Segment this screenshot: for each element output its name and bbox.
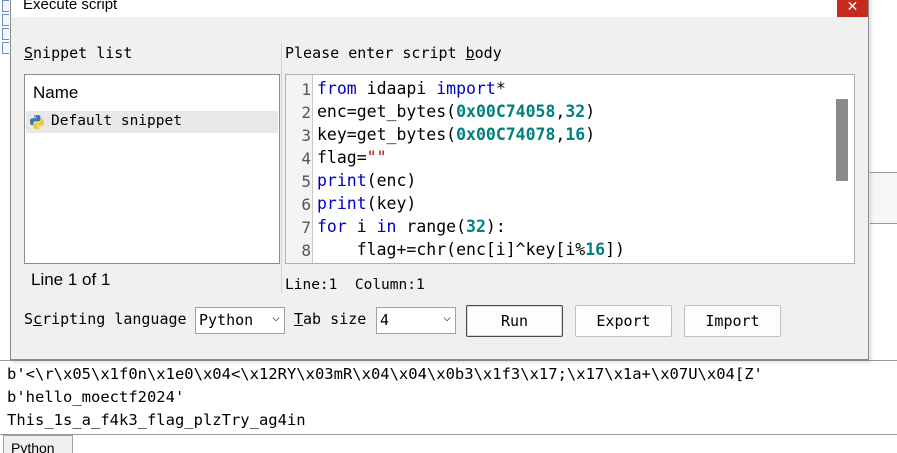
code-line: enc=get_bytes(0x00C74058,32) [317, 102, 596, 121]
run-button[interactable]: Run [466, 305, 563, 337]
line-number: 2 [301, 103, 311, 122]
left-margin-markers [0, 0, 10, 60]
scripting-language-label: Scripting language [24, 310, 187, 328]
chevron-down-icon: ⌵ [272, 310, 280, 325]
tab-size-value: 4 [380, 311, 390, 329]
snippet-list-header[interactable]: Name [33, 83, 78, 103]
script-body-label: Please enter script body [285, 44, 502, 62]
dialog-titlebar[interactable]: Execute script ✕ [11, 0, 868, 17]
background-panel-strip [870, 172, 897, 224]
snippet-item[interactable]: Default snippet [26, 111, 278, 133]
line-number: 8 [301, 241, 311, 260]
cursor-position-status: Line:1 Column:1 [285, 277, 425, 293]
tab-size-select[interactable]: 4 ⌵ [376, 307, 456, 334]
chevron-down-icon: ⌵ [443, 310, 451, 325]
tab-python[interactable]: Python [3, 435, 73, 453]
code-line: print(key) [317, 194, 417, 213]
scripting-language-value: Python [199, 311, 254, 329]
line-number-gutter: 1 2 3 4 5 6 7 8 [286, 75, 313, 263]
line-number: 7 [301, 218, 311, 237]
line-number: 5 [301, 172, 311, 191]
output-line: b'hello_moectf2024' [7, 388, 185, 406]
editor-scrollbar-thumb[interactable] [836, 99, 848, 181]
scripting-language-select[interactable]: Python ⌵ [195, 307, 285, 334]
line-number: 1 [301, 80, 311, 99]
dialog-title: Execute script [23, 0, 118, 13]
close-icon: ✕ [846, 0, 859, 15]
snippet-line-count: Line 1 of 1 [31, 270, 111, 289]
code-line: key=get_bytes(0x00C74078,16) [317, 125, 596, 144]
snippet-item-label: Default snippet [51, 113, 182, 129]
close-button[interactable]: ✕ [837, 0, 868, 17]
line-number: 3 [301, 126, 311, 145]
snippet-list-label: Snippet list [24, 44, 133, 62]
snippet-list[interactable]: Name Default snippet [24, 74, 280, 264]
execute-script-dialog: Execute script ✕ Snippet list Name Defau… [10, 0, 869, 360]
code-line: flag="" [317, 148, 387, 167]
output-line: This_1s_a_f4k3_flag_plzTry_ag4in [7, 411, 306, 429]
import-button[interactable]: Import [684, 305, 781, 337]
tab-size-label: Tab size [294, 310, 367, 328]
output-bottom-separator [0, 434, 897, 435]
script-editor[interactable]: 1 2 3 4 5 6 7 8 from idaapi import* enc=… [285, 74, 855, 264]
code-line: flag+=chr(enc[i]^key[i%16]) [317, 240, 625, 259]
line-number: 4 [301, 149, 311, 168]
panel-splitter[interactable] [281, 43, 282, 293]
line-number: 6 [301, 195, 311, 214]
code-line: print(enc) [317, 171, 417, 190]
output-line: b'<\r\x05\x1f0n\x1e0\x04<\x12RY\x03mR\x0… [7, 365, 763, 383]
export-button[interactable]: Export [575, 305, 672, 337]
code-line: for i in range(32): [317, 217, 506, 236]
output-separator [0, 360, 897, 361]
python-icon [30, 115, 44, 129]
code-line: from idaapi import* [317, 79, 506, 98]
